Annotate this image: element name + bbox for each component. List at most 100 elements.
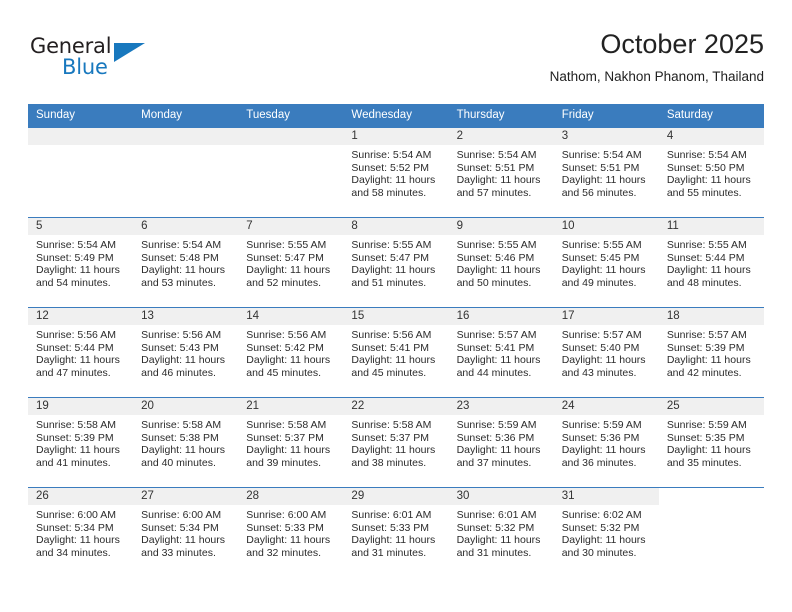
daylight-text: Daylight: 11 hours and 45 minutes.: [246, 354, 331, 379]
day-cell-inner: 29 Sunrise: 6:01 AM Sunset: 5:33 PM Dayligh…: [343, 488, 449, 577]
calendar-day-cell[interactable]: 14 Sunrise: 5:56 AM Sunset: 5:42 PM Dayligh…: [238, 307, 344, 398]
day-cell-inner: 7 Sunrise: 5:55 AM Sunset: 5:47 PM Daylight…: [238, 218, 344, 307]
calendar-day-cell[interactable]: 7 Sunrise: 5:55 AM Sunset: 5:47 PM Daylight…: [238, 217, 344, 308]
calendar-day-cell[interactable]: 12 Sunrise: 5:56 AM Sunset: 5:44 PM Dayligh…: [28, 307, 134, 398]
calendar-day-cell[interactable]: 8 Sunrise: 5:55 AM Sunset: 5:47 PM Daylight…: [343, 217, 449, 308]
calendar-day-cell[interactable]: 29 Sunrise: 6:01 AM Sunset: 5:33 PM Dayligh…: [343, 487, 449, 577]
daylight-text: Daylight: 11 hours and 36 minutes.: [561, 444, 646, 469]
calendar-day-cell[interactable]: 5 Sunrise: 5:54 AM Sunset: 5:49 PM Daylight…: [28, 217, 134, 308]
day-number: 9: [448, 218, 554, 235]
day-cell-inner: 25 Sunrise: 5:59 AM Sunset: 5:35 PM Dayligh…: [658, 398, 764, 487]
weekday-header-saturday: Saturday: [658, 104, 764, 128]
daylight-text: Daylight: 11 hours and 32 minutes.: [246, 534, 331, 559]
calendar-day-cell[interactable]: 22 Sunrise: 5:58 AM Sunset: 5:37 PM Dayligh…: [343, 397, 449, 488]
calendar-day-cell[interactable]: 16 Sunrise: 5:57 AM Sunset: 5:41 PM Dayligh…: [448, 307, 554, 398]
calendar-header-row: Sunday Monday Tuesday Wednesday Thursday Frid…: [28, 104, 764, 128]
day-number: 26: [28, 488, 134, 505]
calendar-day-cell[interactable]: 21 Sunrise: 5:58 AM Sunset: 5:37 PM Dayligh…: [238, 397, 344, 488]
daylight-text: Daylight: 11 hours and 57 minutes.: [456, 174, 541, 199]
calendar-day-cell[interactable]: 2 Sunrise: 5:54 AM Sunset: 5:51 PM Daylight…: [448, 127, 554, 218]
calendar-day-cell[interactable]: 19 Sunrise: 5:58 AM Sunset: 5:39 PM Dayligh…: [28, 397, 134, 488]
calendar-day-cell[interactable]: 31 Sunrise: 6:02 AM Sunset: 5:32 PM Dayligh…: [553, 487, 659, 577]
calendar-day-cell[interactable]: 9 Sunrise: 5:55 AM Sunset: 5:46 PM Daylight…: [448, 217, 554, 308]
page-title: October 2025: [600, 29, 764, 59]
day-cell-inner: 26 Sunrise: 6:00 AM Sunset: 5:34 PM Dayligh…: [28, 488, 134, 577]
calendar-day-cell[interactable]: 18 Sunrise: 5:57 AM Sunset: 5:39 PM Dayligh…: [658, 307, 764, 398]
daylight-text: Daylight: 11 hours and 35 minutes.: [666, 444, 751, 469]
general-blue-logo[interactable]: General Blue: [30, 34, 170, 86]
calendar-day-cell[interactable]: 15 Sunrise: 5:56 AM Sunset: 5:41 PM Dayligh…: [343, 307, 449, 398]
day-cell-inner: 31 Sunrise: 6:02 AM Sunset: 5:32 PM Dayligh…: [553, 488, 659, 577]
day-cell-inner: 28 Sunrise: 6:00 AM Sunset: 5:33 PM Dayligh…: [238, 488, 344, 577]
day-cell-inner: 15 Sunrise: 5:56 AM Sunset: 5:41 PM Dayligh…: [343, 308, 449, 397]
sunset-text: Sunset: 5:50 PM: [666, 161, 745, 174]
day-cell-inner: 6 Sunrise: 5:54 AM Sunset: 5:48 PM Daylight…: [133, 218, 239, 307]
day-number: 13: [133, 308, 239, 325]
day-cell-body: Sunrise: 6:01 AM Sunset: 5:32 PM Daylight:…: [449, 505, 554, 559]
day-cell-body: Sunrise: 5:56 AM Sunset: 5:43 PM Daylight:…: [133, 325, 238, 379]
day-cell-inner: 8 Sunrise: 5:55 AM Sunset: 5:47 PM Daylight…: [343, 218, 449, 307]
day-cell-body: Sunrise: 5:55 AM Sunset: 5:44 PM Daylight:…: [659, 235, 764, 289]
calendar-day-cell[interactable]: 17 Sunrise: 5:57 AM Sunset: 5:40 PM Dayligh…: [553, 307, 659, 398]
sunset-text: Sunset: 5:52 PM: [351, 161, 430, 174]
day-cell-body: Sunrise: 5:54 AM Sunset: 5:51 PM Daylight:…: [449, 145, 554, 199]
calendar-day-cell[interactable]: 25 Sunrise: 5:59 AM Sunset: 5:35 PM Dayligh…: [658, 397, 764, 488]
daylight-text: Daylight: 11 hours and 56 minutes.: [561, 174, 646, 199]
calendar-week-row: 12 Sunrise: 5:56 AM Sunset: 5:44 PM Dayligh…: [28, 307, 764, 398]
calendar-day-cell[interactable]: 3 Sunrise: 5:54 AM Sunset: 5:51 PM Daylight…: [553, 127, 659, 218]
day-number: 29: [343, 488, 449, 505]
calendar-day-cell[interactable]: 30 Sunrise: 6:01 AM Sunset: 5:32 PM Dayligh…: [448, 487, 554, 577]
calendar-cell-empty: [133, 127, 239, 218]
day-number: 16: [448, 308, 554, 325]
day-cell-inner: 4 Sunrise: 5:54 AM Sunset: 5:50 PM Daylight…: [658, 128, 764, 217]
sunset-text: Sunset: 5:41 PM: [456, 341, 535, 354]
calendar-day-cell[interactable]: 1 Sunrise: 5:54 AM Sunset: 5:52 PM Daylight…: [343, 127, 449, 218]
daylight-text: Daylight: 11 hours and 49 minutes.: [561, 264, 646, 289]
calendar-day-cell[interactable]: 26 Sunrise: 6:00 AM Sunset: 5:34 PM Dayligh…: [28, 487, 134, 577]
day-cell-inner: 12 Sunrise: 5:56 AM Sunset: 5:44 PM Dayligh…: [28, 308, 134, 397]
day-cell-inner: 5 Sunrise: 5:54 AM Sunset: 5:49 PM Daylight…: [28, 218, 134, 307]
daylight-text: Daylight: 11 hours and 31 minutes.: [351, 534, 436, 559]
day-cell-body: Sunrise: 5:58 AM Sunset: 5:37 PM Daylight:…: [343, 415, 448, 469]
calendar-body: 1 Sunrise: 5:54 AM Sunset: 5:52 PM Daylight…: [28, 127, 764, 577]
day-number: 20: [133, 398, 239, 415]
calendar-day-cell[interactable]: 20 Sunrise: 5:58 AM Sunset: 5:38 PM Dayligh…: [133, 397, 239, 488]
day-cell-inner: 27 Sunrise: 6:00 AM Sunset: 5:34 PM Dayligh…: [133, 488, 239, 577]
daylight-text: Daylight: 11 hours and 53 minutes.: [141, 264, 225, 289]
day-number-strip: [238, 128, 344, 145]
sunrise-text: Sunrise: 5:56 AM: [351, 329, 432, 341]
daylight-text: Daylight: 11 hours and 45 minutes.: [351, 354, 436, 379]
calendar-day-cell[interactable]: 10 Sunrise: 5:55 AM Sunset: 5:45 PM Dayligh…: [553, 217, 659, 308]
calendar-day-cell[interactable]: 27 Sunrise: 6:00 AM Sunset: 5:34 PM Dayligh…: [133, 487, 239, 577]
calendar-day-cell[interactable]: 23 Sunrise: 5:59 AM Sunset: 5:36 PM Dayligh…: [448, 397, 554, 488]
calendar-cell-empty: [238, 127, 344, 218]
calendar-day-cell[interactable]: 28 Sunrise: 6:00 AM Sunset: 5:33 PM Dayligh…: [238, 487, 344, 577]
sunrise-text: Sunrise: 5:55 AM: [456, 239, 537, 251]
day-number: 30: [448, 488, 554, 505]
logo-triangle-icon: [114, 43, 145, 62]
day-cell-inner: 22 Sunrise: 5:58 AM Sunset: 5:37 PM Dayligh…: [343, 398, 449, 487]
day-cell-inner: 13 Sunrise: 5:56 AM Sunset: 5:43 PM Dayligh…: [133, 308, 239, 397]
calendar-day-cell[interactable]: 11 Sunrise: 5:55 AM Sunset: 5:44 PM Dayligh…: [658, 217, 764, 308]
day-number: 15: [343, 308, 449, 325]
calendar-day-cell[interactable]: 4 Sunrise: 5:54 AM Sunset: 5:50 PM Daylight…: [658, 127, 764, 218]
day-number: 14: [238, 308, 344, 325]
day-cell-body: Sunrise: 5:57 AM Sunset: 5:40 PM Daylight:…: [554, 325, 659, 379]
day-number: 1: [343, 128, 449, 145]
sunset-text: Sunset: 5:46 PM: [456, 251, 535, 264]
day-cell-inner: 19 Sunrise: 5:58 AM Sunset: 5:39 PM Dayligh…: [28, 398, 134, 487]
sunset-text: Sunset: 5:35 PM: [666, 431, 745, 444]
sunrise-text: Sunrise: 6:01 AM: [456, 509, 537, 521]
day-cell-inner: 10 Sunrise: 5:55 AM Sunset: 5:45 PM Dayligh…: [553, 218, 659, 307]
day-number: 25: [658, 398, 764, 415]
sunset-text: Sunset: 5:33 PM: [351, 521, 430, 534]
daylight-text: Daylight: 11 hours and 48 minutes.: [666, 264, 751, 289]
calendar-cell-empty: [28, 127, 134, 218]
daylight-text: Daylight: 11 hours and 54 minutes.: [36, 264, 120, 289]
day-cell-inner: 9 Sunrise: 5:55 AM Sunset: 5:46 PM Daylight…: [448, 218, 554, 307]
calendar-day-cell[interactable]: 24 Sunrise: 5:59 AM Sunset: 5:36 PM Dayligh…: [553, 397, 659, 488]
calendar-day-cell[interactable]: 6 Sunrise: 5:54 AM Sunset: 5:48 PM Daylight…: [133, 217, 239, 308]
calendar-day-cell[interactable]: 13 Sunrise: 5:56 AM Sunset: 5:43 PM Dayligh…: [133, 307, 239, 398]
day-number-strip: [658, 488, 764, 505]
day-number: 24: [553, 398, 659, 415]
